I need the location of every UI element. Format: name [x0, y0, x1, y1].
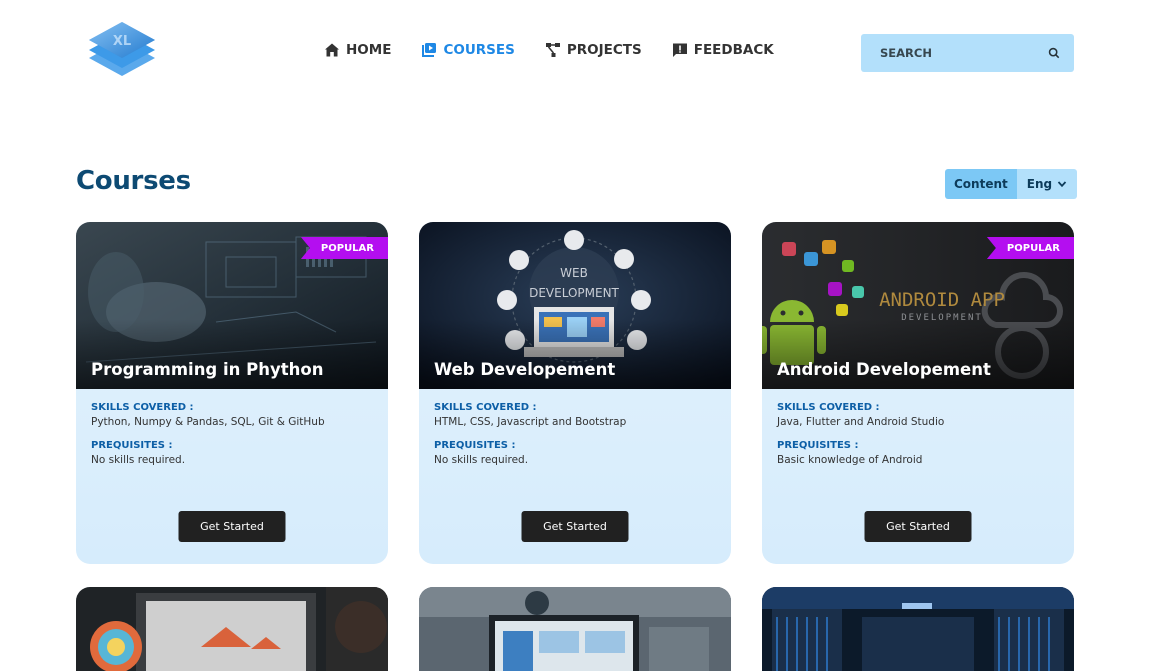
course-title: Android Developement [777, 360, 991, 379]
course-details: SKILLS COVERED : Python, Numpy & Pandas,… [76, 389, 388, 466]
nav-home[interactable]: HOME [324, 42, 391, 58]
course-image: WEB DEVELOPMENT Web Developement [419, 222, 731, 389]
prereq-text: No skills required. [91, 454, 186, 466]
feedback-icon [672, 43, 687, 57]
course-card: ANDROID APP DEVELOPMENT POPULAR Android … [762, 222, 1074, 564]
get-started-button[interactable]: Get Started [178, 511, 286, 542]
course-card [76, 587, 388, 671]
logo-text: XL [113, 34, 131, 49]
nav-home-label: HOME [346, 42, 392, 58]
skills-text: Java, Flutter and Android Studio [777, 416, 945, 428]
course-image [419, 587, 731, 671]
site-logo[interactable]: XL [86, 18, 158, 88]
prereq-label: PREQUISITES : [434, 440, 516, 451]
content-language-filter: Content Eng [945, 169, 1078, 199]
search-icon[interactable] [1048, 46, 1060, 60]
nav-projects[interactable]: PROJECTS [545, 42, 642, 58]
course-image [762, 587, 1074, 671]
course-card: POPULAR Programming in Phython SKILLS CO… [76, 222, 388, 564]
nav-feedback[interactable]: FEEDBACK [672, 42, 774, 58]
search-input[interactable] [880, 46, 1048, 60]
prereq-label: PREQUISITES : [91, 440, 173, 451]
flowchart-icon [545, 43, 560, 57]
image-caption-1: WEB [560, 266, 588, 280]
page-title: Courses [76, 166, 191, 196]
get-started-button[interactable]: Get Started [864, 511, 972, 542]
course-details: SKILLS COVERED : Java, Flutter and Andro… [762, 389, 1074, 466]
image-caption-2: DEVELOPMENT [529, 286, 619, 300]
course-card: WEB DEVELOPMENT Web Developement SKILLS … [419, 222, 731, 564]
course-image: POPULAR Programming in Phython [76, 222, 388, 389]
language-select[interactable]: Eng [1016, 169, 1078, 199]
skills-text: HTML, CSS, Javascript and Bootstrap [434, 416, 627, 428]
course-card [419, 587, 731, 671]
skills-label: SKILLS COVERED : [91, 402, 194, 413]
popular-badge: POPULAR [300, 237, 388, 259]
chevron-down-icon [1057, 181, 1067, 188]
search-box [861, 34, 1074, 72]
course-image [76, 587, 388, 671]
content-label: Content [954, 177, 1008, 191]
nav-feedback-label: FEEDBACK [693, 42, 774, 58]
prereq-text: Basic knowledge of Android [777, 454, 923, 466]
skills-label: SKILLS COVERED : [777, 402, 880, 413]
main-nav: HOME COURSES PROJECTS FEEDBACK [324, 42, 804, 58]
language-value: Eng [1026, 177, 1053, 191]
course-details: SKILLS COVERED : HTML, CSS, Javascript a… [419, 389, 731, 466]
video-library-icon [422, 43, 437, 57]
prereq-label: PREQUISITES : [777, 440, 859, 451]
nav-courses-label: COURSES [443, 42, 515, 58]
image-caption-1: ANDROID APP [879, 289, 1005, 311]
course-card [762, 587, 1074, 671]
skills-label: SKILLS COVERED : [434, 402, 537, 413]
nav-courses[interactable]: COURSES [421, 42, 515, 58]
get-started-button[interactable]: Get Started [521, 511, 629, 542]
course-title: Programming in Phython [91, 360, 324, 379]
course-image: ANDROID APP DEVELOPMENT POPULAR Android … [762, 222, 1074, 389]
popular-badge: POPULAR [986, 237, 1074, 259]
course-title: Web Developement [434, 360, 616, 379]
prereq-text: No skills required. [434, 454, 529, 466]
home-icon [325, 43, 339, 57]
skills-text: Python, Numpy & Pandas, SQL, Git & GitHu… [91, 416, 325, 428]
content-button[interactable]: Content [945, 169, 1017, 199]
nav-projects-label: PROJECTS [566, 42, 642, 58]
